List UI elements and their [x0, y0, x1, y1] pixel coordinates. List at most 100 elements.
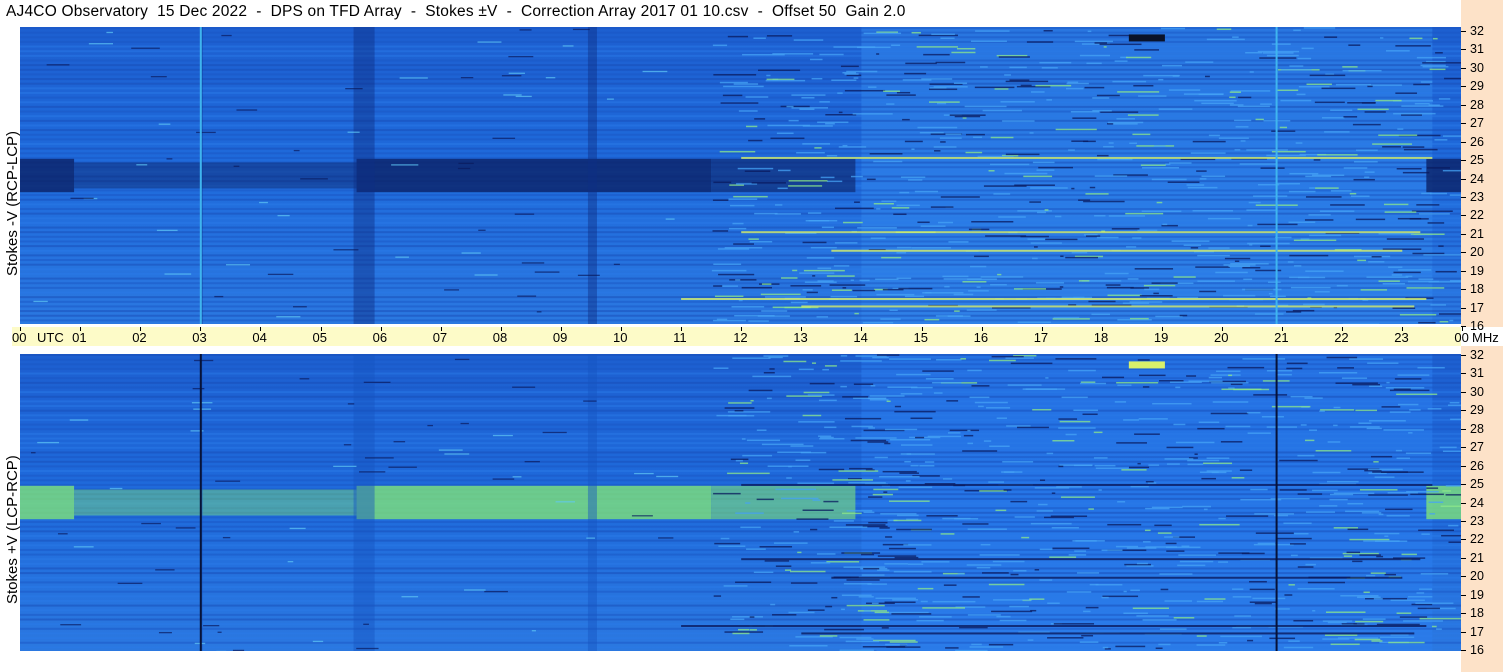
- noise-streak: [1121, 469, 1147, 471]
- freq-tick-label: 16: [1470, 643, 1484, 657]
- noise-streak: [1385, 50, 1410, 52]
- noise-streak: [1413, 83, 1430, 86]
- noise-streak: [1279, 126, 1288, 129]
- freq-tick-label: 25: [1470, 153, 1484, 168]
- time-tick-label: 03: [192, 330, 207, 345]
- noise-streak: [1242, 358, 1286, 360]
- noise-streak: [193, 408, 212, 410]
- noise-streak: [460, 77, 474, 79]
- noise-streak: [1241, 552, 1265, 555]
- noise-streak: [259, 201, 268, 204]
- noise-streak: [458, 162, 474, 165]
- noise-streak: [1315, 187, 1339, 189]
- noise-streak: [749, 616, 755, 618]
- noise-streak: [1079, 382, 1107, 385]
- noise-streak: [1055, 358, 1097, 360]
- noise-streak: [1132, 133, 1151, 136]
- noise-streak: [1141, 210, 1182, 213]
- noise-streak: [1349, 192, 1357, 195]
- noise-streak: [1094, 42, 1108, 44]
- freq-stripe: [20, 129, 1461, 132]
- noise-streak: [503, 94, 522, 96]
- freq-stripe: [20, 50, 1461, 53]
- interference-line: [831, 249, 1403, 252]
- noise-streak: [1208, 376, 1222, 379]
- noise-streak: [1418, 278, 1434, 280]
- band-24mhz: [74, 162, 357, 189]
- noise-streak: [1376, 623, 1420, 626]
- noise-streak: [818, 399, 837, 402]
- freq-tick: [1461, 86, 1466, 88]
- noise-streak: [863, 567, 880, 570]
- noise-streak: [156, 229, 178, 232]
- noise-streak: [1260, 103, 1272, 105]
- noise-streak: [1390, 599, 1425, 602]
- freq-tick-label: 24: [1470, 495, 1484, 510]
- freq-stripe: [20, 465, 1461, 468]
- noise-streak: [872, 356, 889, 359]
- noise-streak: [997, 273, 1002, 276]
- noise-streak: [924, 461, 935, 463]
- noise-streak: [756, 498, 774, 501]
- noise-streak: [821, 226, 834, 229]
- noise-streak: [863, 32, 902, 35]
- noise-streak: [1160, 588, 1169, 591]
- noise-streak: [723, 585, 748, 587]
- noise-streak: [1261, 416, 1284, 418]
- noise-streak: [853, 77, 859, 79]
- noise-streak: [789, 645, 828, 647]
- noise-streak: [1139, 374, 1166, 377]
- noise-streak: [457, 167, 471, 170]
- noise-streak: [69, 419, 89, 421]
- noise-streak: [1208, 134, 1220, 137]
- noise-streak: [797, 551, 802, 554]
- freq-tick-label: 22: [1470, 208, 1484, 223]
- noise-streak: [1158, 108, 1193, 110]
- noise-streak: [1386, 238, 1424, 240]
- noise-streak: [1414, 102, 1430, 105]
- freq-tick-label: 27: [1470, 440, 1484, 455]
- noise-streak: [857, 227, 897, 229]
- noise-streak: [840, 360, 882, 362]
- noise-streak: [868, 521, 888, 524]
- noise-streak: [819, 438, 845, 440]
- noise-streak: [1375, 99, 1402, 102]
- noise-streak: [1397, 403, 1419, 406]
- noise-streak: [1335, 83, 1371, 86]
- noise-streak: [1401, 114, 1422, 116]
- noise-streak: [885, 428, 918, 431]
- noise-streak: [191, 402, 213, 404]
- noise-streak: [1078, 280, 1090, 282]
- freq-tick: [1461, 539, 1466, 541]
- noise-streak: [1384, 573, 1396, 576]
- noise-streak: [1447, 404, 1461, 406]
- noise-streak: [1204, 75, 1210, 78]
- noise-streak: [807, 394, 835, 396]
- noise-streak: [1418, 321, 1436, 324]
- noise-streak: [300, 178, 328, 180]
- noise-streak: [802, 289, 813, 291]
- noise-streak: [1382, 146, 1401, 148]
- noise-streak: [1187, 459, 1220, 462]
- noise-streak: [1398, 269, 1432, 271]
- noise-streak: [889, 641, 918, 643]
- noise-streak: [1094, 464, 1116, 467]
- noise-streak: [1333, 424, 1338, 427]
- noise-streak: [825, 605, 833, 608]
- noise-streak: [805, 219, 838, 222]
- noise-streak: [192, 388, 205, 390]
- freq-tick-label: 23: [1470, 513, 1484, 528]
- noise-streak: [1239, 469, 1253, 471]
- noise-streak: [1104, 648, 1111, 650]
- noise-streak: [1049, 556, 1077, 558]
- noise-streak: [1032, 161, 1055, 164]
- noise-streak: [1206, 38, 1245, 41]
- noise-streak: [964, 105, 1007, 108]
- noise-streak: [945, 647, 959, 649]
- noise-streak: [1107, 121, 1144, 124]
- noise-streak: [1330, 109, 1353, 111]
- noise-streak: [1355, 620, 1384, 623]
- noise-streak: [1136, 615, 1169, 617]
- noise-streak: [1380, 37, 1384, 39]
- noise-streak: [1303, 27, 1336, 29]
